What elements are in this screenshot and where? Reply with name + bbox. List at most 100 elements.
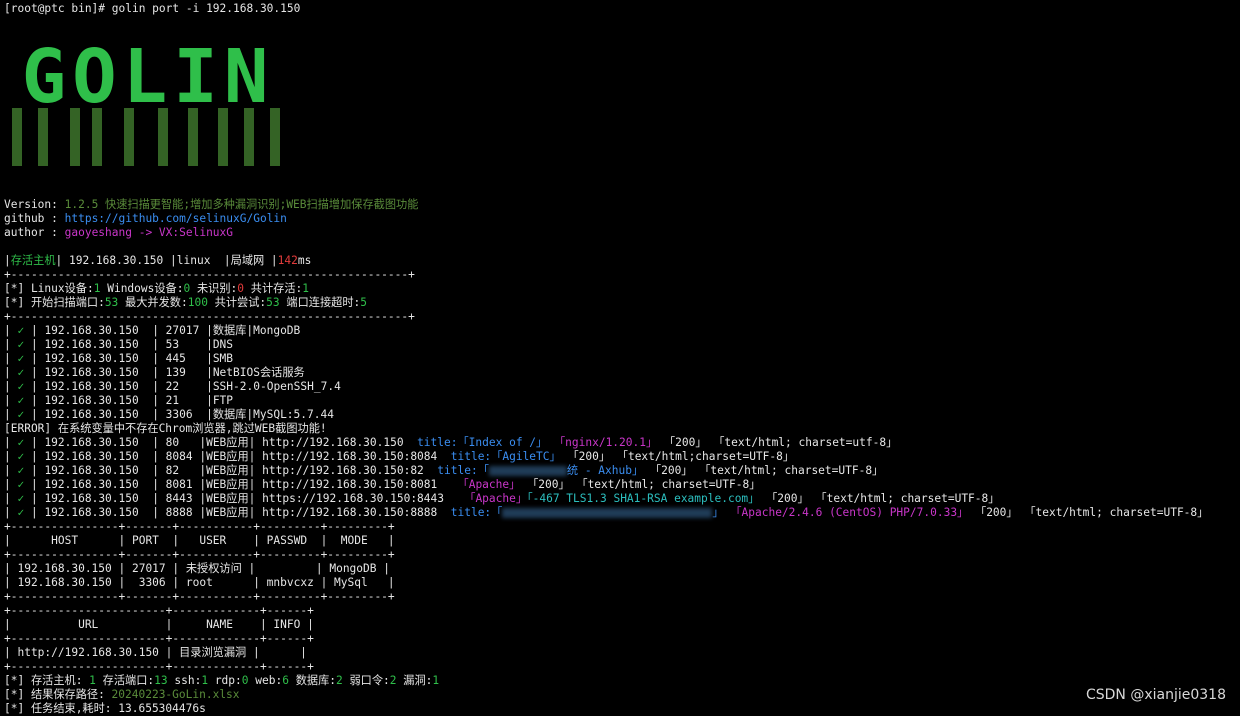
title-label: title: [444,450,492,463]
page-title: 统 - Axhub」 [566,464,644,477]
status-info: 「200」 「text/html; charset=UTF-8」 [766,492,1000,505]
table-row: | ✓ | 192.168.30.150 | 21 |FTP [4,394,233,408]
tls-info: 「-467 TLS1.3 SHA1-RSA example.com」 [527,492,760,505]
server-banner: 「Apache」 [464,492,528,505]
logo-text: GOLIN [22,44,275,120]
title-label: title: [430,464,478,477]
row-text: | 192.168.30.150 | 80 |WEB应用| http://192… [24,436,411,449]
version-line: Version: 1.2.5 快速扫描更智能;增加多种漏洞识别;WEB扫描增加保… [4,198,419,211]
title-label: title: [410,436,458,449]
author-line: author : gaoyeshang -> VX:SelinuxG [4,226,234,239]
error-line: [ERROR] 在系统变量中不存在Chrom浏览器,跳过WEB截图功能! [4,422,327,435]
text-fragment: | [4,464,18,477]
text-fragment: | [4,506,18,519]
text-fragment: | [4,324,18,337]
text-fragment: | [4,478,18,491]
table-row: | ✓ | 192.168.30.150 | 82 |WEB应用| http:/… [4,464,883,478]
golin-ascii-logo: GOLIN [12,44,280,166]
table-border: +----------------+-------+-----------+--… [4,590,395,603]
page-title: 」 [712,506,724,519]
table-row: | ✓ | 192.168.30.150 | 3306 |数据库|MySQL:5… [4,408,334,422]
row-text: | 192.168.30.150 | 139 |NetBIOS会话服务 [24,366,305,379]
github-link[interactable]: https://github.com/selinuxG/Golin [65,212,287,225]
title-label [451,492,458,505]
table-row: | ✓ | 192.168.30.150 | 8443 |WEB应用| http… [4,492,999,506]
text-fragment: | [4,352,18,365]
row-text: | 192.168.30.150 | 8081 |WEB应用| http://1… [24,478,445,491]
table-border: +-----------------------+-------------+-… [4,632,314,645]
title-label: title: [444,506,492,519]
text-fragment: | [4,380,18,393]
row-text: | 192.168.30.150 | 3306 |数据库|MySQL:5.7.4… [24,408,334,421]
table-header: | HOST | PORT | USER | PASSWD | MODE | [4,534,395,547]
table-row: | ✓ | 192.168.30.150 | 22 |SSH-2.0-OpenS… [4,380,341,394]
text-fragment: | [4,366,18,379]
table-row: | ✓ | 192.168.30.150 | 445 |SMB [4,352,233,366]
title-label [444,478,451,491]
row-text: | 192.168.30.150 | 8888 |WEB应用| http://1… [24,506,445,519]
text-fragment [643,464,650,477]
text-fragment: | [4,436,18,449]
save-path: 20240223-GoLin.xlsx [111,688,240,701]
terminal-screen: { "prompt": "[root@ptc bin]# golin port … [0,0,1240,715]
redacted-region [502,508,713,518]
page-title: 「Index of /」 [457,436,548,449]
table-row: | ✓ | 192.168.30.150 | 8081 |WEB应用| http… [4,478,760,492]
text-fragment [968,506,975,519]
author-value: gaoyeshang -> VX:SelinuxG [64,226,234,239]
table-row: | ✓ | 192.168.30.150 | 139 |NetBIOS会话服务 [4,366,305,380]
redacted-region [488,466,567,476]
row-text: | 192.168.30.150 | 8443 |WEB应用| https://… [24,492,451,505]
text-fragment [451,478,458,491]
text-fragment [657,436,664,449]
version-value: 1.2.5 快速扫描更智能;增加多种漏洞识别;WEB扫描增加保存截图功能 [64,198,419,211]
alive-host-line: |存活主机| 192.168.30.150 |linux |局域网 |142ms [4,254,312,267]
done-line: [*] 任务结束,耗时: 13.655304476s [4,702,206,715]
text-fragment: | [4,394,18,407]
table-border: +-----------------------+-------------+-… [4,604,314,617]
row-text: | 192.168.30.150 | 53 |DNS [24,338,234,351]
table-row: | 192.168.30.150 | 27017 | 未授权访问 | | Mon… [4,562,390,575]
text-fragment: | [4,492,18,505]
table-row: | 192.168.30.150 | 3306 | root | mnbvcxz… [4,576,395,589]
server-banner: 「nginx/1.20.1」 [553,436,658,449]
server-banner: 「Apache/2.4.6 (CentOS) PHP/7.0.33」 [730,506,969,519]
table-border: +----------------+-------+-----------+--… [4,520,395,533]
github-line: github : https://github.com/selinuxG/Gol… [4,212,287,225]
server-banner: 「Apache」 [457,478,521,491]
text-fragment: | [4,408,18,421]
text-fragment [547,436,554,449]
summary-line: [*] 存活主机: 1 存活端口:13 ssh:1 rdp:0 web:6 数据… [4,674,440,687]
scan-stats-line: [*] 开始扫描端口:53 最大并发数:100 共计尝试:53 端口连接超时:5 [4,296,368,309]
table-header: | URL | NAME | INFO | [4,618,314,631]
row-text: | 192.168.30.150 | 445 |SMB [24,352,234,365]
csdn-watermark: CSDN @xianjie0318 [1085,687,1226,703]
page-title: 「AgileTC」 [491,450,561,463]
table-row: | ✓ | 192.168.30.150 | 8888 |WEB应用| http… [4,506,1208,520]
status-info: 「200」 「text/html; charset=utf-8」 [663,436,898,449]
status-info: 「200」 「text/html; charset=UTF-8」 [975,506,1209,519]
table-row: | ✓ | 192.168.30.150 | 8084 |WEB应用| http… [4,450,794,464]
row-text: | 192.168.30.150 | 22 |SSH-2.0-OpenSSH_7… [24,380,341,393]
page-title: 「 [477,464,489,477]
status-info: 「200」 「text/html;charset=UTF-8」 [567,450,795,463]
save-path-line: [*] 结果保存路径: 20240223-GoLin.xlsx [4,688,240,701]
table-border: +-----------------------+-------------+-… [4,660,314,673]
table-row: | ✓ | 192.168.30.150 | 53 |DNS [4,338,233,352]
status-info: 「200」 「text/html; charset=UTF-8」 [527,478,761,491]
text-fragment: | [4,450,18,463]
row-text: | 192.168.30.150 | 27017 |数据库|MongoDB [24,324,301,337]
row-text: | 192.168.30.150 | 21 |FTP [24,394,234,407]
status-info: 「200」 「text/html; charset=UTF-8」 [649,464,884,477]
command-prompt: [root@ptc bin]# golin port -i 192.168.30… [4,2,301,15]
row-text: | 192.168.30.150 | 8084 |WEB应用| http://1… [24,450,445,463]
device-stats-line: [*] Linux设备:1 Windows设备:0 未识别:0 共计存活:1 [4,282,310,295]
separator: +---------------------------------------… [4,310,415,323]
page-title: 「 [491,506,503,519]
text-fragment: | [4,338,18,351]
table-border: +----------------+-------+-----------+--… [4,548,395,561]
table-row: | http://192.168.30.150 | 目录浏览漏洞 | | [4,646,307,659]
separator: +---------------------------------------… [4,268,415,281]
table-row: | ✓ | 192.168.30.150 | 80 |WEB应用| http:/… [4,436,897,450]
row-text: | 192.168.30.150 | 82 |WEB应用| http://192… [24,464,431,477]
